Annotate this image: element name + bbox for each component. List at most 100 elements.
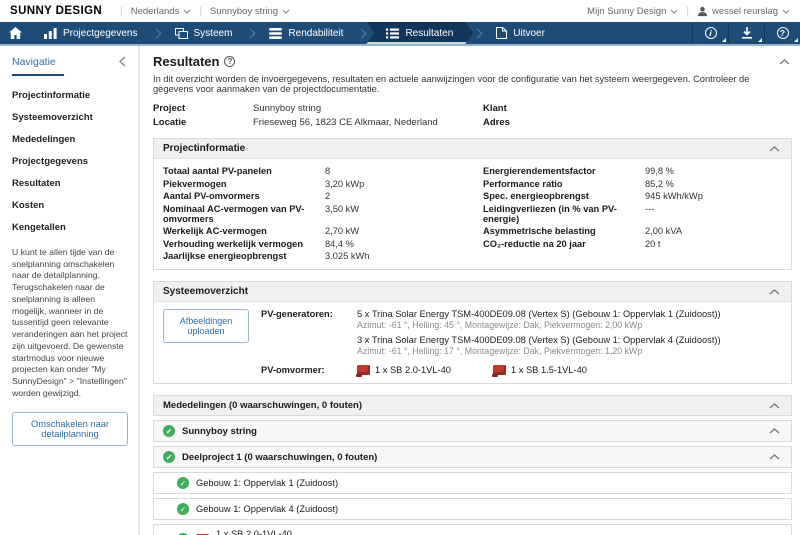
success-check-icon (177, 477, 189, 489)
app-logo: SUNNY DESIGN (10, 5, 103, 17)
tab-label: Rendabiliteit (288, 27, 344, 39)
stat-value: 945 kWh/kWp (645, 191, 703, 201)
location-value: Frieseweg 56, 1823 CE Alkmaar, Nederland (253, 117, 438, 128)
tab-separator-icon (472, 28, 483, 38)
section-projectinformatie: Projectinformatie Totaal aantal PV-panel… (153, 138, 792, 270)
help-button[interactable]: ? (764, 22, 800, 44)
inverter-entry: 1 x SB 2.0-1VL-40 (356, 365, 451, 377)
success-check-icon (177, 503, 189, 515)
chevron-up-icon (769, 402, 780, 408)
chevron-up-icon (779, 58, 790, 64)
stat-value: --- (645, 203, 655, 214)
stat-label: Werkelijk AC-vermogen (163, 226, 267, 236)
pv-generator-entry: 5 x Trina Solar Energy TSM-400DE09.08 (V… (357, 309, 721, 330)
sidebar-item-projectgegevens[interactable]: Projectgegevens (12, 156, 128, 167)
language-dropdown[interactable]: Nederlands (131, 6, 192, 17)
tab-uitvoer[interactable]: Uitvoer (482, 22, 559, 44)
chevron-down-icon (782, 9, 790, 14)
user-icon (697, 6, 708, 16)
chevron-down-icon (183, 9, 191, 14)
stacked-bars-icon (269, 27, 283, 39)
success-check-icon (163, 451, 175, 463)
language-label: Nederlands (130, 5, 180, 17)
upload-images-button[interactable]: Afbeeldingen uploaden (163, 309, 249, 343)
sidebar-item-kosten[interactable]: Kosten (12, 200, 128, 211)
page-help-icon[interactable]: ? (224, 56, 236, 67)
info-button[interactable]: i (692, 22, 728, 44)
tab-separator-icon (245, 28, 256, 38)
chevron-up-icon (769, 288, 780, 294)
project-name-label: Sunnyboy string (209, 5, 279, 17)
section-header-systeemoverzicht[interactable]: Systeemoverzicht (154, 282, 791, 302)
tab-rendabiliteit[interactable]: Rendabiliteit (255, 22, 357, 44)
divider: | (686, 5, 689, 17)
section-collapse-button[interactable] (767, 144, 782, 154)
tab-projectgegevens[interactable]: Projectgegevens (30, 22, 152, 44)
sidebar-tab-navigatie[interactable]: Navigatie (12, 54, 64, 76)
stat-label: Leidingverliezen (in % van PV-energie) (483, 203, 617, 224)
sidebar-item-mededelingen[interactable]: Mededelingen (12, 134, 128, 145)
user-menu-dropdown[interactable]: wessel reurslag (697, 6, 790, 17)
navigation-sidebar: Navigatie Projectinformatie Systeemoverz… (0, 46, 140, 535)
pv-generator-details: Azimut: -61 °, Helling: 45 °, Montagewij… (357, 320, 643, 330)
message-item-oppervlak-4: Gebouw 1: Oppervlak 4 (Zuidoost) (153, 498, 792, 520)
sidebar-collapse-button[interactable] (117, 54, 128, 69)
section-collapse-button[interactable] (767, 287, 782, 297)
section-header-projectinformatie[interactable]: Projectinformatie (154, 139, 791, 159)
project-dropdown[interactable]: Sunnyboy string (210, 6, 290, 17)
page-collapse-button[interactable] (777, 57, 792, 67)
stat-label: Piekvermogen (163, 178, 227, 189)
info-icon: i (704, 27, 717, 39)
page-intro-text: In dit overzicht worden de invoergegeven… (153, 74, 750, 94)
tab-label: Systeem (193, 27, 233, 39)
pv-generator-line: 3 x Trina Solar Energy TSM-400DE09.08 (V… (357, 335, 721, 345)
sidebar-item-resultaten[interactable]: Resultaten (12, 178, 128, 189)
planning-mode-note: U kunt te allen tijde van de snelplannin… (12, 247, 128, 398)
client-label: Klant (483, 103, 507, 114)
chevron-down-icon (670, 9, 678, 14)
project-meta: Project Sunnyboy string Locatie Frieseweg … (153, 103, 792, 128)
message-group-deelproject-1[interactable]: Deelproject 1 (0 waarschuwingen, 0 foute… (153, 446, 792, 468)
section-header-mededelingen[interactable]: Mededelingen (0 waarschuwingen, 0 fouten… (153, 395, 792, 416)
chevron-up-icon (769, 145, 780, 151)
account-menu-label: Mijn Sunny Design (587, 5, 667, 17)
sidebar-item-systeemoverzicht[interactable]: Systeemoverzicht (12, 112, 128, 123)
switch-to-detail-planning-button[interactable]: Omschakelen naar detailplanning (12, 411, 128, 446)
section-title: Projectinformatie (163, 143, 246, 154)
home-button[interactable] (0, 22, 30, 44)
message-label: Gebouw 1: Oppervlak 4 (Zuidoost) (196, 504, 339, 514)
pv-generator-entry: 3 x Trina Solar Energy TSM-400DE09.08 (V… (357, 335, 721, 356)
group-collapse-button[interactable] (767, 426, 782, 436)
stat-value: 2 (325, 191, 331, 201)
sidebar-item-kengetallen[interactable]: Kengetallen (12, 222, 128, 233)
top-bar: SUNNY DESIGN | Nederlands | Sunnyboy str… (0, 0, 800, 22)
group-collapse-button[interactable] (767, 452, 782, 462)
stat-label: Asymmetrische belasting (483, 226, 596, 236)
stat-label: Jaarlijkse energieopbrengst (163, 251, 287, 261)
inverter-entry: 1 x SB 1.5-1VL-40 (491, 365, 587, 377)
tab-systeem[interactable]: Systeem (161, 22, 247, 44)
pv-generator-line: 5 x Trina Solar Energy TSM-400DE09.08 (V… (357, 309, 721, 319)
inverter-name: 1 x SB 2.0-1VL-40 (375, 365, 451, 375)
message-group-sunnyboy-string[interactable]: Sunnyboy string (153, 420, 792, 442)
sidebar-item-projectinformatie[interactable]: Projectinformatie (12, 90, 128, 101)
project-value: Sunnyboy string (253, 103, 322, 114)
stat-label: Verhouding werkelijk vermogen (163, 238, 304, 249)
group-label: Sunnyboy string (182, 425, 257, 437)
section-collapse-button[interactable] (767, 401, 782, 411)
pv-generators-label: PV-generatoren: (261, 309, 333, 319)
tab-resultaten-active[interactable]: Resultaten (366, 22, 473, 44)
download-button[interactable] (728, 22, 764, 44)
stat-value: 2,00 kVA (645, 226, 683, 236)
section-systeemoverzicht: Systeemoverzicht Afbeeldingen uploaden P… (153, 281, 792, 384)
stat-value: 2,70 kW (325, 226, 360, 236)
chevron-up-icon (769, 428, 780, 434)
document-export-icon (496, 27, 508, 39)
main-panel: Resultaten ? In dit overzicht worden de … (140, 46, 800, 535)
home-icon (8, 27, 22, 39)
stat-value: 8 (325, 166, 331, 176)
inverter-icon (491, 365, 506, 377)
main-nav: Projectgegevens Systeem Rendabiliteit Re… (0, 22, 800, 46)
account-menu-dropdown[interactable]: Mijn Sunny Design (587, 6, 678, 17)
bar-chart-icon (44, 27, 57, 39)
